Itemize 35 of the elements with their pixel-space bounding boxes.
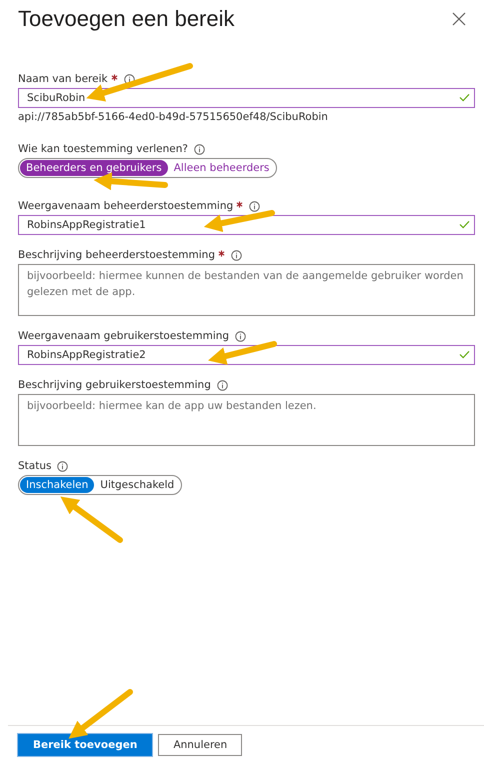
text-field[interactable]: RobinsAppRegistratie1 xyxy=(18,215,475,235)
check-icon xyxy=(459,350,470,359)
close-icon[interactable] xyxy=(452,12,466,26)
field-label: Beschrijving beheerderstoestemming xyxy=(18,249,215,261)
add-scope-button[interactable]: Bereik toevoegen xyxy=(18,734,152,756)
api-uri: api://785ab5bf-5166-4ed0-b49d-57515650ef48/ScibuRobin xyxy=(18,111,329,123)
check-icon xyxy=(459,93,470,102)
field-label: Beschrijving gebruikerstoestemming xyxy=(18,379,211,391)
field-label: Weergavenaam gebruikerstoestemming xyxy=(18,330,230,342)
field-label: Wie kan toestemming verlenen? xyxy=(18,143,188,155)
annotation-arrow xyxy=(204,210,275,232)
annotation-arrow xyxy=(68,689,133,739)
toggle-option[interactable]: Inschakelen xyxy=(20,477,94,493)
field-label: Weergavenaam beheerderstoestemming xyxy=(18,200,234,212)
description-field[interactable]: bijvoorbeeld: hiermee kunnen de bestanden van de aangemelde gebruiker worden gelezen met de app. xyxy=(18,264,475,316)
info-icon[interactable] xyxy=(249,200,260,212)
text-field[interactable]: ScibuRobin xyxy=(18,88,475,108)
toggle-option[interactable]: Alleen beheerders xyxy=(168,160,276,176)
field-label: Naam van bereik xyxy=(18,73,108,85)
text-field[interactable]: RobinsAppRegistratie2 xyxy=(18,345,475,365)
toggle-option[interactable]: Beheerders en gebruikers xyxy=(20,160,168,176)
info-icon[interactable] xyxy=(216,380,228,390)
annotation-arrow xyxy=(60,496,123,543)
field-label: Status xyxy=(18,460,52,472)
info-icon[interactable] xyxy=(194,144,205,154)
info-icon[interactable] xyxy=(231,250,242,260)
description-field[interactable]: bijvoorbeeld: hiermee kan de app uw bestanden lezen. xyxy=(18,394,475,446)
info-icon[interactable] xyxy=(57,460,68,472)
cancel-button[interactable]: Annuleren xyxy=(158,734,242,756)
info-icon[interactable] xyxy=(235,330,246,342)
check-icon xyxy=(459,220,470,229)
info-icon[interactable] xyxy=(124,74,135,84)
panel-title: Toevoegen een bereik xyxy=(18,6,234,32)
toggle-option[interactable]: Uitgeschakeld xyxy=(94,477,180,493)
annotation-arrow xyxy=(208,341,277,365)
